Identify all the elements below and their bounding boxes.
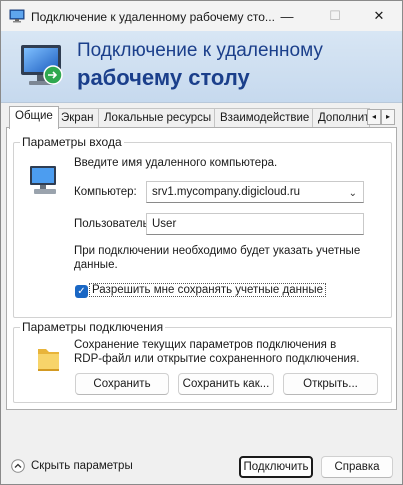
credentials-note-line1: При подключении необходимо будет указать…: [74, 245, 361, 257]
save-as-button[interactable]: Сохранить как...: [178, 373, 274, 395]
logon-settings-legend: Параметры входа: [20, 135, 124, 149]
user-label: Пользователь:: [74, 218, 152, 230]
tab-strip: Общие Экран Локальные ресурсы Взаимодейс…: [9, 106, 395, 129]
connection-desc-line2: RDP-файл или открытие сохраненного подкл…: [74, 353, 360, 365]
credentials-note-line2: данные.: [74, 259, 118, 271]
user-value: User: [152, 218, 177, 230]
tab-panel-general: Параметры входа Введите имя удаленного к…: [6, 127, 397, 410]
banner-title-line2: рабочему столу: [77, 65, 250, 90]
window-title: Подключение к удаленному рабочему сто...: [31, 10, 275, 24]
tab-display[interactable]: Экран: [55, 108, 100, 128]
save-credentials-checkbox[interactable]: ✓: [75, 285, 88, 298]
rdp-app-icon: [9, 9, 25, 23]
hide-options-link[interactable]: Скрыть параметры: [31, 460, 133, 472]
folder-icon: [38, 349, 59, 371]
maximize-button[interactable]: ☐: [312, 1, 358, 31]
banner-title-line1: Подключение к удаленному: [77, 40, 323, 61]
chevron-down-icon[interactable]: ⌄: [349, 184, 357, 202]
computer-combobox[interactable]: srv1.mycompany.digicloud.ru ⌄: [146, 181, 364, 203]
minimize-button[interactable]: —: [264, 1, 310, 31]
collapse-options-icon[interactable]: [11, 459, 25, 473]
tab-scroll-left-icon[interactable]: ◂: [367, 109, 381, 125]
user-field[interactable]: User: [146, 213, 364, 235]
tab-advanced[interactable]: Дополнит: [312, 108, 370, 128]
save-credentials-label[interactable]: Разрешить мне сохранять учетные данные: [89, 283, 326, 297]
rdp-monitor-icon: [21, 45, 63, 85]
banner: Подключение к удаленному рабочему столу: [1, 31, 402, 103]
connection-desc-line1: Сохранение текущих параметров подключени…: [74, 339, 337, 351]
computer-value: srv1.mycompany.digicloud.ru: [152, 186, 301, 198]
connect-button[interactable]: Подключить: [239, 456, 313, 478]
help-button[interactable]: Справка: [321, 456, 393, 478]
tab-local-resources[interactable]: Локальные ресурсы: [98, 108, 218, 128]
connection-settings-group: Параметры подключения Сохранение текущих…: [13, 320, 392, 403]
tab-general[interactable]: Общие: [9, 106, 59, 129]
computer-icon: [30, 166, 56, 194]
tab-experience[interactable]: Взаимодействие: [214, 108, 316, 128]
close-button[interactable]: ✕: [356, 1, 402, 31]
title-bar: Подключение к удаленному рабочему сто...…: [1, 1, 402, 31]
tab-scroll-right-icon[interactable]: ▸: [381, 109, 395, 125]
logon-instruction: Введите имя удаленного компьютера.: [74, 157, 278, 169]
open-button[interactable]: Открыть...: [283, 373, 378, 395]
rdp-window: Подключение к удаленному рабочему сто...…: [0, 0, 403, 485]
save-button[interactable]: Сохранить: [75, 373, 169, 395]
computer-label: Компьютер:: [74, 186, 137, 198]
connection-settings-legend: Параметры подключения: [20, 320, 166, 334]
logon-settings-group: Параметры входа Введите имя удаленного к…: [13, 135, 392, 318]
